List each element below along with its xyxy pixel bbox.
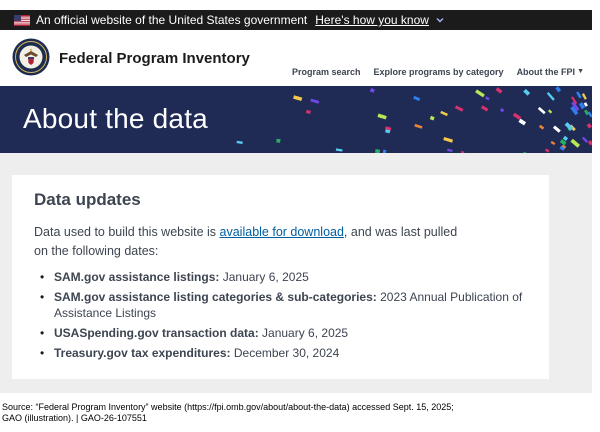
gov-banner: An official website of the United States… bbox=[0, 10, 592, 30]
chevron-down-icon[interactable] bbox=[435, 15, 445, 25]
hero-pattern-dash bbox=[429, 115, 435, 121]
source-line-2: GAO (illustration). | GAO-26-107551 bbox=[2, 413, 147, 423]
omb-seal-logo[interactable] bbox=[12, 38, 50, 76]
list-item-label: SAM.gov assistance listing categories & … bbox=[54, 290, 377, 304]
list-item-label: USASpending.gov transaction data: bbox=[54, 326, 259, 340]
hero-pattern-dash bbox=[587, 111, 592, 118]
hero-pattern-dash bbox=[547, 109, 553, 114]
hero-pattern-dash bbox=[369, 88, 375, 93]
hero-pattern-dash bbox=[555, 86, 562, 93]
hero-pattern-dash bbox=[310, 98, 320, 104]
hero-pattern-dash bbox=[485, 96, 490, 101]
list-item: SAM.gov assistance listings: January 6, … bbox=[34, 269, 534, 285]
us-flag-icon bbox=[14, 14, 30, 26]
page-title: About the data bbox=[23, 103, 208, 134]
nav-about-fpi-label: About the FPI bbox=[516, 67, 576, 77]
hero-pattern-dash bbox=[523, 88, 531, 96]
hero-pattern-dash bbox=[518, 118, 527, 126]
hero-pattern-dash bbox=[335, 148, 343, 152]
hero-pattern-dash bbox=[578, 102, 586, 110]
hero-pattern-dash bbox=[570, 138, 581, 148]
list-item-label: Treasury.gov tax expenditures: bbox=[54, 346, 231, 360]
hero-pattern-dash bbox=[475, 89, 485, 98]
intro-text-before: Data used to build this website is bbox=[34, 225, 220, 239]
hero-pattern-dash bbox=[236, 140, 243, 144]
list-item-value: December 30, 2024 bbox=[230, 346, 340, 360]
hero-pattern-dash bbox=[581, 136, 589, 143]
hero-pattern-dash bbox=[581, 93, 587, 100]
list-item: Treasury.gov tax expenditures: December … bbox=[34, 345, 534, 361]
hero-pattern-dash bbox=[446, 148, 453, 153]
primary-nav: Program search Explore programs by categ… bbox=[292, 67, 584, 77]
list-item-value: January 6, 2025 bbox=[258, 326, 349, 340]
list-item-value: January 6, 2025 bbox=[219, 270, 309, 284]
heres-how-you-know-link[interactable]: Here's how you know bbox=[315, 13, 429, 27]
nav-about-fpi[interactable]: About the FPI ▼ bbox=[517, 67, 584, 77]
nav-program-search[interactable]: Program search bbox=[292, 67, 361, 77]
data-updates-list: SAM.gov assistance listings: January 6, … bbox=[34, 269, 534, 365]
hero-pattern-dash bbox=[552, 125, 561, 133]
hero-pattern-dash bbox=[480, 105, 489, 112]
hero-pattern-dash bbox=[440, 110, 448, 117]
hero-pattern-dash bbox=[443, 136, 454, 143]
official-website-text: An official website of the United States… bbox=[36, 13, 308, 27]
hero-pattern-dash bbox=[413, 95, 421, 102]
source-note: Source: “Federal Program Inventory” webs… bbox=[2, 402, 598, 424]
site-header: Federal Program Inventory Program search… bbox=[0, 30, 592, 86]
hero-pattern-dash bbox=[512, 112, 522, 120]
data-updates-heading: Data updates bbox=[34, 190, 141, 209]
chevron-down-icon: ▼ bbox=[577, 68, 584, 75]
hero-pattern-dash bbox=[495, 87, 503, 94]
hero-pattern-dash bbox=[587, 140, 592, 146]
hero-pattern-dash bbox=[544, 148, 550, 153]
data-updates-card: Data updates Data used to build this web… bbox=[12, 175, 549, 379]
source-line-1: Source: “Federal Program Inventory” webs… bbox=[2, 402, 454, 412]
hero-banner: About the data bbox=[0, 86, 592, 153]
hero-pattern-dash bbox=[276, 138, 281, 143]
available-for-download-link[interactable]: available for download bbox=[220, 225, 344, 239]
list-item-label: SAM.gov assistance listings: bbox=[54, 270, 220, 284]
hero-pattern-dash bbox=[586, 123, 592, 129]
list-item: USASpending.gov transaction data: Januar… bbox=[34, 325, 534, 341]
hero-pattern-dash bbox=[293, 95, 303, 101]
hero-pattern-dash bbox=[537, 106, 546, 115]
hero-pattern-dash bbox=[305, 109, 311, 114]
nav-explore-programs[interactable]: Explore programs by category bbox=[374, 67, 504, 77]
hero-pattern-dash bbox=[538, 124, 545, 130]
hero-pattern-dash bbox=[414, 123, 423, 129]
data-updates-intro: Data used to build this website is avail… bbox=[34, 223, 474, 261]
hero-pattern-dash bbox=[546, 91, 555, 101]
hero-pattern-dash bbox=[377, 113, 387, 120]
hero-pattern-dash bbox=[499, 108, 505, 113]
main-content: Data updates Data used to build this web… bbox=[0, 153, 592, 393]
site-title[interactable]: Federal Program Inventory bbox=[59, 50, 250, 67]
hero-pattern-dash bbox=[454, 105, 464, 112]
hero-pattern-dash bbox=[576, 91, 582, 99]
hero-pattern-dash bbox=[550, 140, 556, 146]
list-item: SAM.gov assistance listing categories & … bbox=[34, 289, 534, 321]
